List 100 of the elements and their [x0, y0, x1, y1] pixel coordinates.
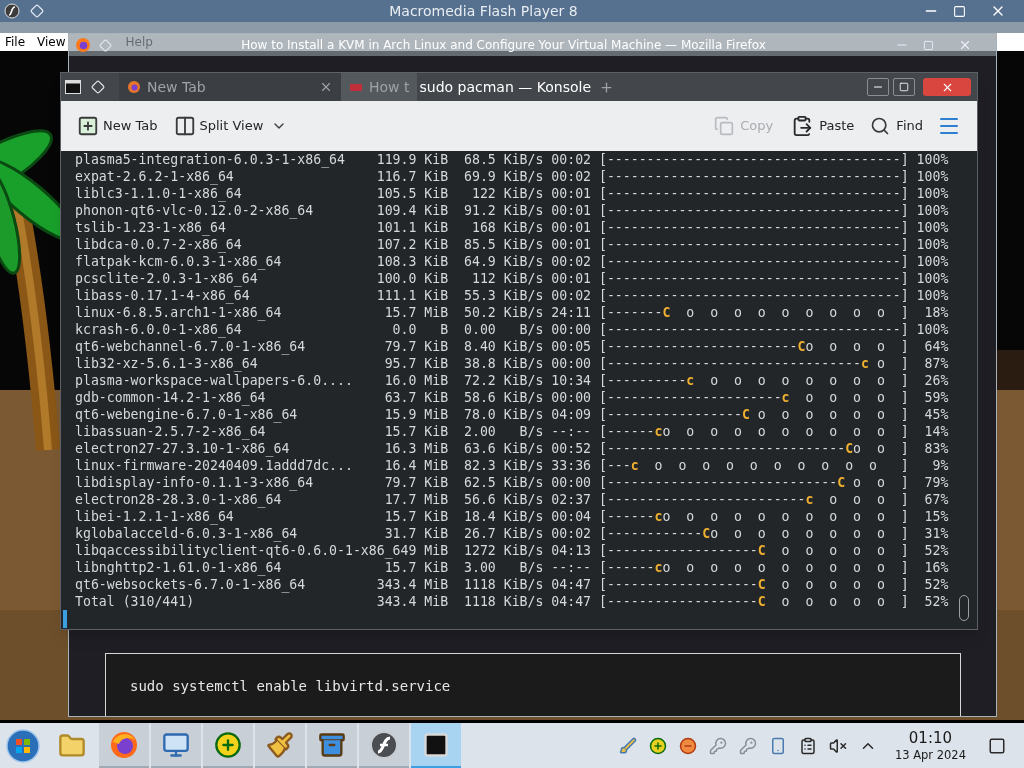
- package-size: 343.4 MiB: [376, 576, 449, 593]
- package-name: liblc3-1.1.0-1-x86_64: [75, 185, 242, 202]
- progress-text: [-------------------C o o o o o ]: [599, 576, 909, 593]
- time-remaining: --:--: [550, 423, 592, 440]
- pin-icon[interactable]: [99, 38, 112, 52]
- package-name: flatpak-kcm-6.0.3-1-x86_64: [75, 253, 282, 270]
- time-remaining: 00:04: [550, 508, 592, 525]
- package-name: qt6-webchannel-6.7.0-1-x86_64: [75, 338, 306, 355]
- brush-icon: [266, 730, 294, 759]
- percent-done: 9%: [931, 457, 949, 474]
- download-speed: 122 KiB/s: [470, 185, 544, 202]
- key-icon[interactable]: [708, 736, 727, 755]
- code-text: sudo systemctl enable libvirtd.service: [130, 678, 451, 694]
- percent-done: 100%: [915, 236, 949, 253]
- percent-done: 79%: [923, 474, 949, 491]
- package-name: libass-0.17.1-4-x86_64: [75, 287, 250, 304]
- clipboard-icon[interactable]: [798, 736, 817, 755]
- percent-done: 100%: [915, 219, 949, 236]
- progress-text: [-------------------------------------]: [599, 270, 909, 287]
- percent-done: 100%: [915, 321, 949, 338]
- percent-done: 45%: [923, 406, 949, 423]
- progress-text: [-------------------------------------]: [599, 168, 909, 185]
- package-name: lib32-xz-5.6.1-3-x86_64: [75, 355, 258, 372]
- progress-text: [------co o o o o o o o o o ]: [599, 559, 909, 576]
- menu-item[interactable]: File: [5, 33, 26, 51]
- pin-icon[interactable]: [91, 80, 105, 94]
- package-size: 16.0 MiB: [384, 372, 449, 389]
- package-name: libdisplay-info-0.1.1-3-x86_64: [75, 474, 314, 491]
- split-view-button[interactable]: Split View: [173, 115, 264, 137]
- time-remaining: 04:47: [550, 593, 592, 610]
- progress-text: [-------------------C o o o o o ]: [599, 593, 909, 610]
- percent-done: 52%: [923, 576, 949, 593]
- brush-icon[interactable]: [618, 736, 637, 755]
- minimize-button[interactable]: [867, 78, 889, 96]
- time-remaining: 00:00: [550, 321, 592, 338]
- package-name: libdca-0.0.7-2-x86_64: [75, 236, 242, 253]
- find-button[interactable]: Find: [870, 116, 923, 136]
- download-speed: 82.3 KiB/s: [463, 457, 544, 474]
- close-icon[interactable]: [319, 80, 333, 94]
- clock[interactable]: 01:10 13 Apr 2024: [894, 728, 966, 763]
- percent-done: 16%: [923, 559, 949, 576]
- time-remaining: 00:00: [550, 389, 592, 406]
- progress-text: [-------------------------------------]: [599, 253, 909, 270]
- tab[interactable]: New Tab: [119, 73, 341, 101]
- time-remaining: 33:36: [550, 457, 592, 474]
- download-speed: 26.7 KiB/s: [463, 525, 544, 542]
- package-name: libei-1.2.1-1-x86_64: [75, 508, 234, 525]
- download-speed: 64.9 KiB/s: [463, 253, 544, 270]
- download-speed: 72.2 KiB/s: [463, 372, 544, 389]
- plus-circle-icon[interactable]: [648, 736, 667, 755]
- plus-icon[interactable]: [599, 79, 614, 95]
- progress-text: [-------------------------------------]: [599, 185, 909, 202]
- progress-text: [-------------------------------------]: [599, 202, 909, 219]
- new-tab-button[interactable]: New Tab: [77, 115, 158, 137]
- time-remaining: 00:01: [550, 270, 592, 287]
- taskbar-button[interactable]: [359, 723, 409, 768]
- download-speed: 168 KiB/s: [470, 219, 544, 236]
- progress-text: [------------------------Co o o o ]: [599, 338, 909, 355]
- time-remaining: --:--: [550, 559, 592, 576]
- progress-text: [------------------------------Co o ]: [599, 440, 909, 457]
- muted-speaker-icon[interactable]: [828, 736, 847, 755]
- folder-icon: [58, 731, 86, 760]
- download-speed: 1118 KiB/s: [463, 576, 544, 593]
- package-size: 0.0 B: [392, 321, 449, 338]
- package-size: 101.1 KiB: [376, 219, 449, 236]
- percent-done: 100%: [915, 168, 949, 185]
- package-size: 15.7 KiB: [384, 559, 449, 576]
- taskbar-button[interactable]: [411, 723, 461, 768]
- progress-text: [--------------------------------c o ]: [599, 355, 909, 372]
- pin-icon[interactable]: [30, 4, 44, 18]
- download-speed: 85.5 KiB/s: [463, 236, 544, 253]
- time-remaining: 00:02: [550, 151, 592, 168]
- progress-text: [-------------------------------------]: [599, 287, 909, 304]
- taskbar-button[interactable]: [307, 723, 357, 768]
- package-name: qt6-websockets-6.7.0-1-x86_64: [75, 576, 306, 593]
- download-speed: 63.6 KiB/s: [463, 440, 544, 457]
- percent-done: 100%: [915, 151, 949, 168]
- package-size: 15.7 KiB: [384, 508, 449, 525]
- download-speed: 112 KiB/s: [470, 270, 544, 287]
- progress-text: [-----------------------------C o o ]: [599, 474, 909, 491]
- time-remaining: 10:34: [550, 372, 592, 389]
- download-speed: 68.5 KiB/s: [463, 151, 544, 168]
- download-speed: 69.9 KiB/s: [463, 168, 544, 185]
- show-desktop-icon[interactable]: [988, 736, 1006, 755]
- globe-icon: [75, 37, 91, 53]
- time-remaining: 00:00: [550, 355, 592, 372]
- split-view-icon: [173, 115, 196, 137]
- paste-button[interactable]: Paste: [791, 115, 855, 137]
- percent-done: 14%: [923, 423, 949, 440]
- package-size: 108.3 KiB: [376, 253, 449, 270]
- download-speed: 55.3 KiB/s: [463, 287, 544, 304]
- key-icon[interactable]: [738, 736, 757, 755]
- close-icon[interactable]: [958, 38, 972, 52]
- maximize-button[interactable]: [893, 78, 915, 96]
- copy-icon: [714, 116, 735, 136]
- menu-item[interactable]: View: [37, 33, 66, 51]
- percent-done: 52%: [923, 593, 949, 610]
- maximize-icon: [899, 82, 909, 92]
- minus-circle-icon[interactable]: [678, 736, 697, 755]
- progress-text: [-------C o o o o o o o o o ]: [599, 304, 909, 321]
